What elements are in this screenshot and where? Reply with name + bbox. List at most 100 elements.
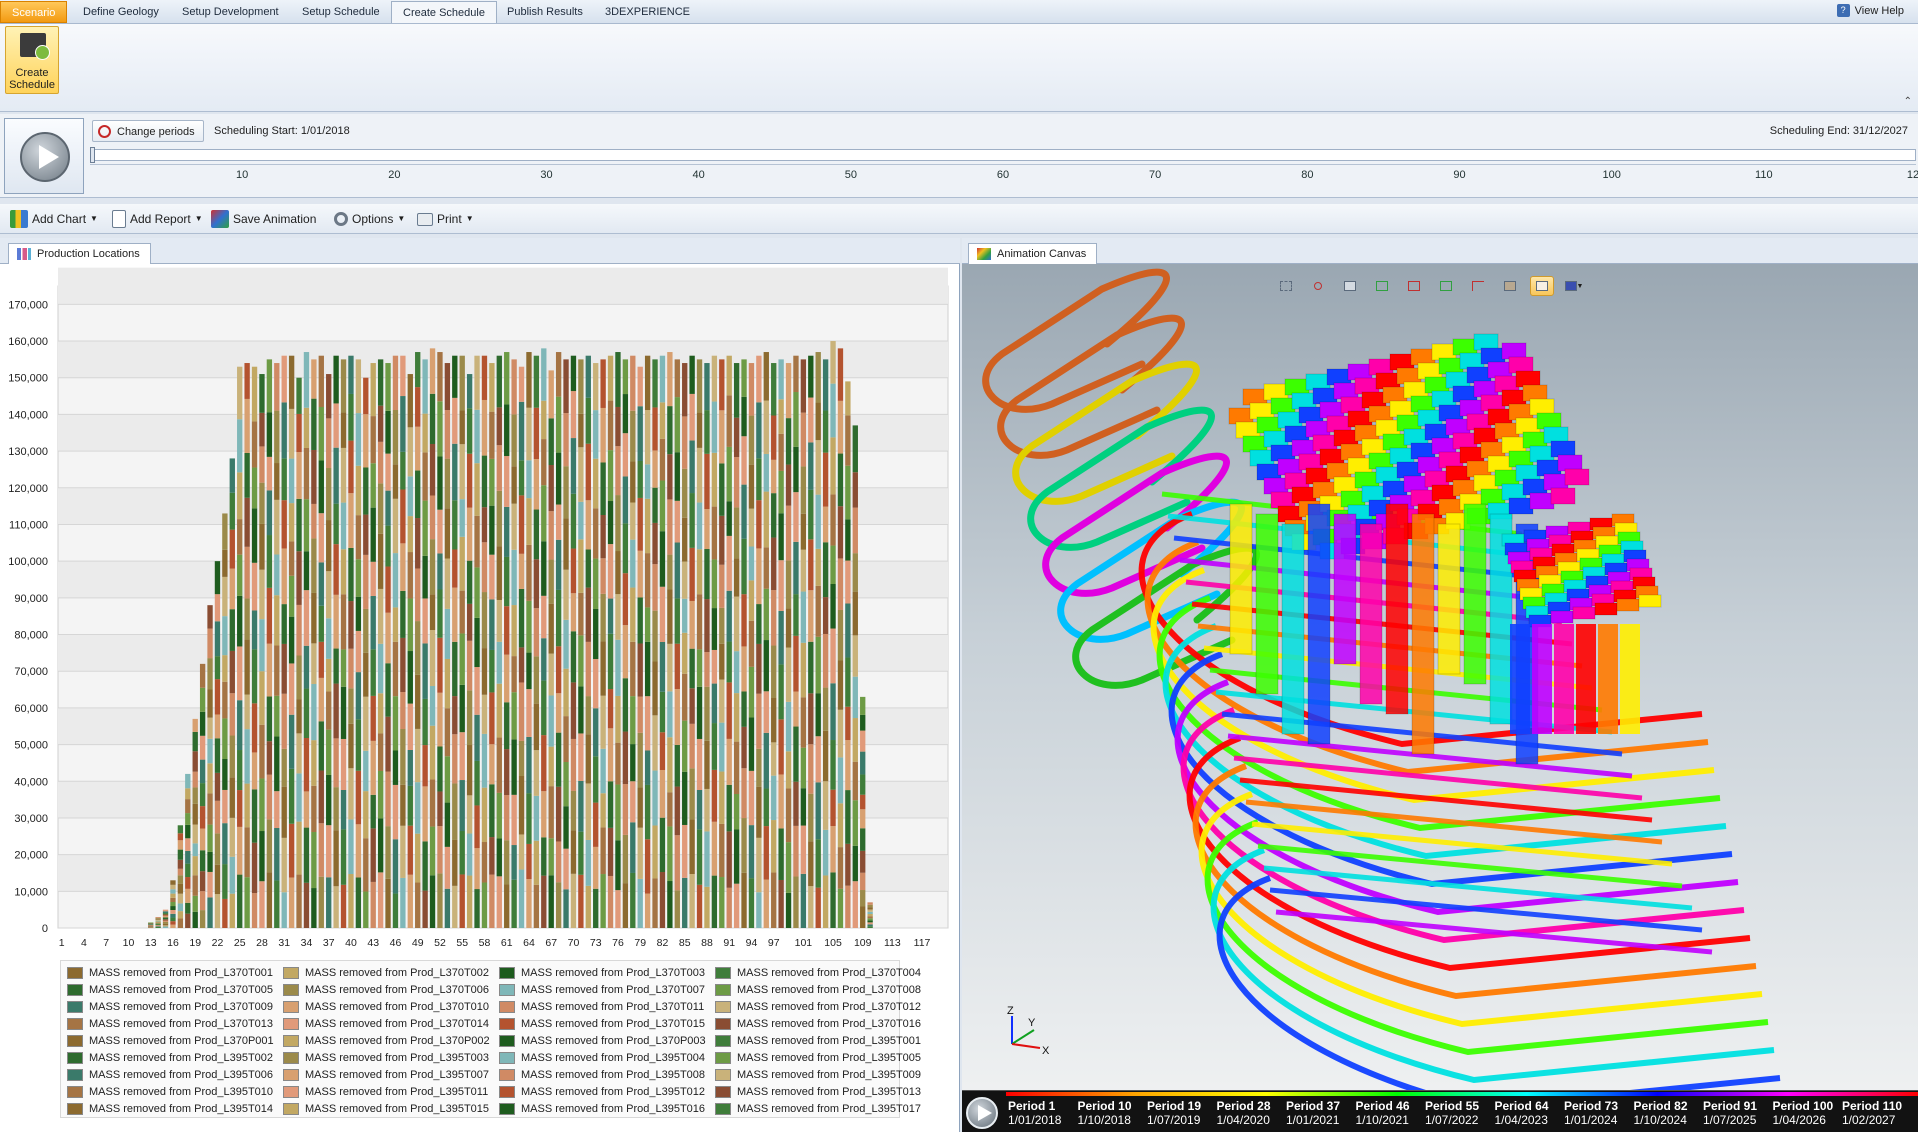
timeline-tick-label: 60 xyxy=(996,169,1010,181)
bar-segment xyxy=(214,800,221,834)
bar-segment xyxy=(793,781,799,826)
bar-segment xyxy=(466,690,473,746)
chart-bar xyxy=(162,909,169,928)
tab-animation-canvas[interactable]: Animation Canvas xyxy=(968,243,1098,264)
tab-production-locations[interactable]: Production Locations xyxy=(8,243,151,264)
bar-segment xyxy=(266,643,273,697)
period-label[interactable]: Period 37 1/01/2021 xyxy=(1286,1099,1354,1127)
period-label[interactable]: Period 82 1/10/2024 xyxy=(1634,1099,1702,1127)
stope-column xyxy=(1229,503,1253,655)
chart-bar xyxy=(585,355,591,928)
view-yz-icon[interactable] xyxy=(1402,276,1426,296)
collapse-ribbon-icon[interactable]: ⌃ xyxy=(1904,96,1912,107)
timeline-slider-track[interactable] xyxy=(90,149,1916,161)
bar-segment xyxy=(496,490,502,547)
bar-segment xyxy=(400,355,406,397)
tab-create-schedule[interactable]: Create Schedule xyxy=(391,1,497,23)
view-xy-icon[interactable] xyxy=(1434,276,1458,296)
bar-segment xyxy=(400,784,406,826)
period-label[interactable]: Period 64 1/04/2023 xyxy=(1495,1099,1563,1127)
period-label[interactable]: Period 91 1/07/2025 xyxy=(1703,1099,1771,1127)
axes-view-icon[interactable] xyxy=(1466,276,1490,296)
create-schedule-button[interactable]: Create Schedule xyxy=(5,26,59,94)
bar-segment xyxy=(719,643,725,680)
bar-segment xyxy=(637,497,643,551)
tab-3dexperience[interactable]: 3DEXPERIENCE xyxy=(594,1,701,23)
period-label[interactable]: Period 28 1/04/2020 xyxy=(1217,1099,1285,1127)
bar-segment xyxy=(370,881,376,928)
change-periods-button[interactable]: Change periods xyxy=(92,120,204,142)
play-animation-button[interactable] xyxy=(966,1097,998,1129)
add-chart-button[interactable]: Add Chart ▼ xyxy=(10,209,98,229)
tab-setup-schedule[interactable]: Setup Schedule xyxy=(291,1,391,23)
solid-icon[interactable] xyxy=(1498,276,1522,296)
bar-segment xyxy=(815,839,821,888)
timeline-slider-thumb[interactable] xyxy=(90,147,95,163)
bar-segment xyxy=(637,787,643,828)
bar-segment xyxy=(696,789,703,830)
help-icon: ? xyxy=(1836,4,1850,17)
legend-swatch xyxy=(499,1035,515,1047)
save-animation-button[interactable]: Save Animation xyxy=(211,209,316,229)
bar-segment xyxy=(674,835,680,891)
options-button[interactable]: Options ▼ xyxy=(334,209,405,229)
bar-segment xyxy=(185,877,191,889)
fit-view-icon[interactable] xyxy=(1274,276,1298,296)
period-label[interactable]: Period 46 1/10/2021 xyxy=(1356,1099,1424,1127)
bar-segment xyxy=(318,721,324,771)
bar-segment xyxy=(437,352,443,402)
period-label[interactable]: Period 19 1/07/2019 xyxy=(1147,1099,1215,1127)
pan-icon[interactable] xyxy=(1306,276,1330,296)
tab-publish-results[interactable]: Publish Results xyxy=(496,1,594,23)
x-tick-label: 10 xyxy=(123,937,135,949)
legend-item: MASS removed from Prod_L395T002 xyxy=(67,1049,273,1067)
tab-scenario[interactable]: Scenario xyxy=(0,1,68,23)
tab-setup-development[interactable]: Setup Development xyxy=(171,1,290,23)
play-schedule-button[interactable] xyxy=(4,118,84,194)
view-help-link[interactable]: ? View Help xyxy=(1836,4,1904,17)
chart-bar xyxy=(771,363,777,928)
bar-segment xyxy=(459,355,465,411)
legend-item: MASS removed from Prod_L370P003 xyxy=(499,1032,706,1050)
bar-segment xyxy=(637,550,643,598)
animation-canvas[interactable]: ▼ ZYX xyxy=(962,264,1918,1090)
chart-bar xyxy=(326,374,332,928)
period-label[interactable]: Period 55 1/07/2022 xyxy=(1425,1099,1493,1127)
tab-define-geology[interactable]: Define Geology xyxy=(72,1,170,23)
bar-segment xyxy=(504,702,510,750)
bar-segment xyxy=(407,749,413,786)
canvas-toolbar: ▼ xyxy=(1274,276,1586,296)
period-label[interactable]: Period 1 1/01/2018 xyxy=(1008,1099,1076,1127)
print-button[interactable]: Print ▼ xyxy=(417,209,474,229)
period-label[interactable]: Period 10 1/10/2018 xyxy=(1078,1099,1146,1127)
bar-segment xyxy=(630,744,636,782)
period-label[interactable]: Period 110 1/02/2027 xyxy=(1842,1099,1910,1127)
stope-block xyxy=(1616,598,1640,612)
eraser-icon[interactable] xyxy=(1530,276,1554,296)
bar-segment xyxy=(570,493,577,549)
bar-segment xyxy=(578,874,584,928)
add-report-button[interactable]: Add Report ▼ xyxy=(112,209,203,229)
add-chart-label: Add Chart xyxy=(32,212,87,226)
layers-icon[interactable] xyxy=(1338,276,1362,296)
bar-segment xyxy=(251,649,258,704)
bar-segment xyxy=(474,567,480,618)
bar-segment xyxy=(437,826,443,874)
add-chart-dropdown-icon: ▼ xyxy=(90,214,98,223)
view-xz-icon[interactable] xyxy=(1370,276,1394,296)
bar-segment xyxy=(533,884,540,928)
period-label[interactable]: Period 73 1/01/2024 xyxy=(1564,1099,1632,1127)
bar-segment xyxy=(852,553,858,592)
bar-segment xyxy=(296,733,302,774)
bar-segment xyxy=(845,885,851,928)
display-options-icon[interactable]: ▼ xyxy=(1562,276,1586,296)
x-tick-label: 76 xyxy=(612,937,624,949)
bar-segment xyxy=(733,883,740,928)
bar-segment xyxy=(244,639,250,695)
bar-segment xyxy=(785,647,792,702)
bar-segment xyxy=(607,400,614,451)
bar-segment xyxy=(326,468,332,521)
period-label[interactable]: Period 100 1/04/2026 xyxy=(1773,1099,1841,1127)
bar-segment xyxy=(340,738,347,790)
legend-label: MASS removed from Prod_L395T015 xyxy=(305,1102,490,1115)
